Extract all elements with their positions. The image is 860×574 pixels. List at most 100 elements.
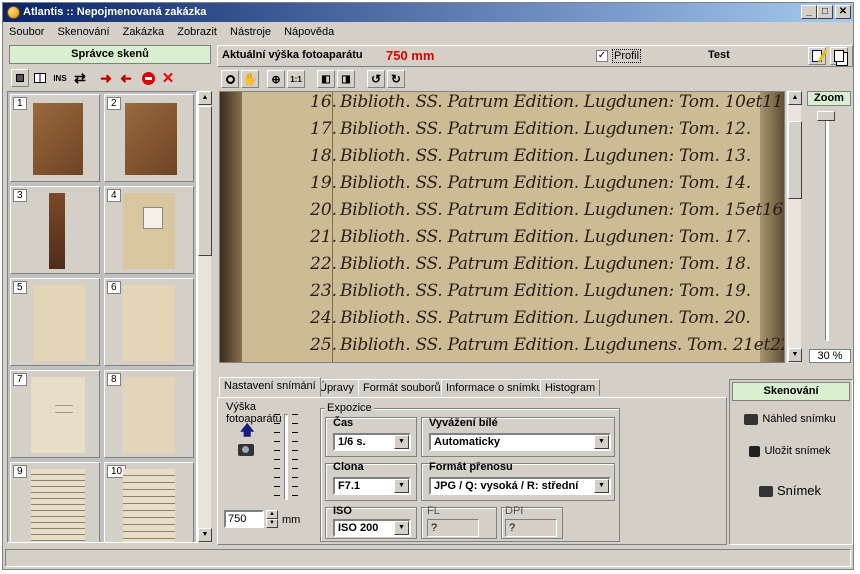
arrow-left-icon[interactable]: ➜ [117, 69, 135, 87]
chevron-down-icon[interactable]: ▼ [394, 479, 409, 493]
arrow-right-icon[interactable]: ➜ [97, 69, 115, 87]
scroll-up-icon[interactable]: ▲ [198, 91, 212, 105]
maximize-button[interactable]: □ [817, 5, 833, 19]
page-image [123, 377, 175, 453]
camera-height-value: 750 mm [386, 48, 435, 63]
thumbnail-number: 5 [13, 281, 27, 294]
up-arrow-icon[interactable]: 🡅 [240, 420, 254, 444]
camera-height-group: Výška fotoaparátu 🡅 750 ▲ ▼ mm [224, 401, 314, 542]
zoom-label: Zoom [807, 91, 851, 106]
iso-select[interactable]: ISO 200 ▼ [333, 519, 411, 537]
thumbnail-8[interactable]: 8 [104, 370, 194, 458]
profile-checkbox[interactable]: ✓ [596, 50, 608, 62]
no-entry-icon[interactable] [139, 69, 157, 87]
edit-profile-icon[interactable] [808, 47, 828, 65]
thumbnail-5[interactable]: 5 [10, 278, 100, 366]
rotate-left-icon[interactable]: ↺ [367, 70, 385, 88]
aperture-select[interactable]: F7.1 ▼ [333, 477, 411, 495]
zoom-handle[interactable] [817, 111, 835, 121]
spin-up-icon[interactable]: ▲ [266, 510, 278, 519]
thumbnail-4[interactable]: 4 [104, 186, 194, 274]
tab-image-info[interactable]: Informace o snímku [441, 379, 548, 396]
thumbnail-3[interactable]: 3 [10, 186, 100, 274]
fit-height-icon[interactable]: ◨ [337, 70, 355, 88]
scan-preview[interactable]: 16. Biblioth. SS. Patrum Edition. Lugdune… [219, 91, 785, 363]
menu-soubor[interactable]: Soubor [9, 26, 44, 38]
format-select[interactable]: JPG / Q: vysoká / R: střední ▼ [429, 477, 611, 495]
scroll-up-icon[interactable]: ▲ [788, 91, 802, 105]
swap-icon[interactable]: ⇄ [71, 69, 89, 87]
zoom-slider[interactable] [813, 109, 843, 345]
time-select[interactable]: 1/6 s. ▼ [333, 433, 411, 451]
thumbnail-10[interactable]: 10 [104, 462, 194, 542]
main-window: Atlantis :: Nepojmenovaná zakázka _ □ ✕ … [2, 2, 854, 570]
menu-skenovani[interactable]: Skenování [58, 26, 110, 38]
chevron-down-icon[interactable]: ▼ [394, 521, 409, 535]
thumbnail-1[interactable]: 1 [10, 94, 100, 182]
height-input[interactable]: 750 [224, 510, 264, 528]
thumbnail-2[interactable]: 2 [104, 94, 194, 182]
spin-down-icon[interactable]: ▼ [266, 519, 278, 528]
page-image [33, 285, 85, 361]
minimize-button[interactable]: _ [801, 5, 817, 19]
scrollbar-thumb[interactable] [198, 106, 212, 256]
wb-select[interactable]: Automaticky ▼ [429, 433, 611, 451]
scroll-down-icon[interactable]: ▼ [788, 348, 802, 362]
preview-button[interactable]: Náhled snímku [730, 408, 850, 430]
thumbnail-list[interactable]: 1 2 3 4 5 6 7 8 9 10 [7, 91, 197, 543]
actual-size-icon[interactable]: 1:1 [287, 70, 305, 88]
fit-window-icon[interactable]: ⊕ [267, 70, 285, 88]
page-spread-icon[interactable] [31, 69, 49, 87]
tab-file-format[interactable]: Formát souborů [358, 379, 446, 396]
height-slider-track[interactable] [284, 414, 288, 500]
dpi-value: ? [505, 519, 557, 537]
chevron-down-icon[interactable]: ▼ [394, 435, 409, 449]
menu-bar: Soubor Skenování Zakázka Zobrazit Nástro… [3, 23, 853, 41]
thumbnail-9[interactable]: 9 [10, 462, 100, 542]
insert-icon[interactable]: INS [51, 69, 69, 87]
chevron-down-icon[interactable]: ▼ [594, 435, 609, 449]
menu-zakazka[interactable]: Zakázka [123, 26, 165, 38]
title-bar: Atlantis :: Nepojmenovaná zakázka _ □ ✕ [3, 3, 853, 22]
scroll-down-icon[interactable]: ▼ [198, 528, 212, 542]
delete-icon[interactable]: ✕ [159, 69, 177, 87]
close-button[interactable]: ✕ [835, 5, 851, 19]
exposure-group: Expozice Čas 1/6 s. ▼ Vyvážení bílé Autom… [320, 402, 620, 542]
wb-value: Automaticky [434, 436, 501, 448]
preview-scrollbar[interactable]: ▲ ▼ [787, 91, 802, 363]
thumbnail-number: 8 [107, 373, 121, 386]
tab-histogram[interactable]: Histogram [540, 379, 601, 396]
dpi-label: DPI [505, 505, 524, 517]
menu-nastroje[interactable]: Nástroje [230, 26, 271, 38]
scrollbar-thumb[interactable] [788, 121, 802, 199]
tab-capture-settings[interactable]: Nastavení snímání [219, 377, 321, 397]
save-button[interactable]: Uložit snímek [730, 440, 850, 462]
manuscript-row: 20. Biblioth. SS. Patrum Edition. Lugdune… [310, 200, 785, 220]
scan-panel: Skenování Náhled snímku Uložit snímek Sn… [729, 379, 853, 545]
page-image [31, 377, 85, 453]
scan-panel-title: Skenování [732, 382, 850, 401]
manuscript-row: 21. Biblioth. SS. Patrum Edition. Lugdune… [310, 227, 751, 247]
tab-adjustments[interactable]: Úpravy [314, 379, 359, 396]
thumbnail-6[interactable]: 6 [104, 278, 194, 366]
iso-label: ISO [333, 505, 352, 517]
camera-icon [238, 444, 254, 456]
menu-napoveda[interactable]: Nápověda [284, 26, 334, 38]
zoom-icon[interactable] [221, 70, 239, 88]
shoot-button[interactable]: Snímek [730, 480, 850, 502]
height-unit: mm [282, 514, 301, 526]
page-single-icon[interactable] [11, 69, 29, 87]
thumbnail-scrollbar[interactable]: ▲ ▼ [197, 91, 212, 543]
book-spine-image [49, 193, 65, 269]
format-label: Formát přenosu [429, 461, 513, 473]
thumbnail-7[interactable]: 7 [10, 370, 100, 458]
manuscript-row: 23. Biblioth. SS. Patrum Edition. Lugdune… [310, 281, 751, 301]
chevron-down-icon[interactable]: ▼ [594, 479, 609, 493]
rotate-right-icon[interactable]: ↻ [387, 70, 405, 88]
hand-pan-icon[interactable]: ✋ [241, 70, 259, 88]
fit-width-icon[interactable]: ◧ [317, 70, 335, 88]
copy-profile-icon[interactable] [830, 47, 848, 65]
menu-zobrazit[interactable]: Zobrazit [177, 26, 217, 38]
capture-settings-panel: Výška fotoaparátu 🡅 750 ▲ ▼ mm Expozice … [217, 397, 727, 545]
book-cover-image [125, 103, 177, 175]
